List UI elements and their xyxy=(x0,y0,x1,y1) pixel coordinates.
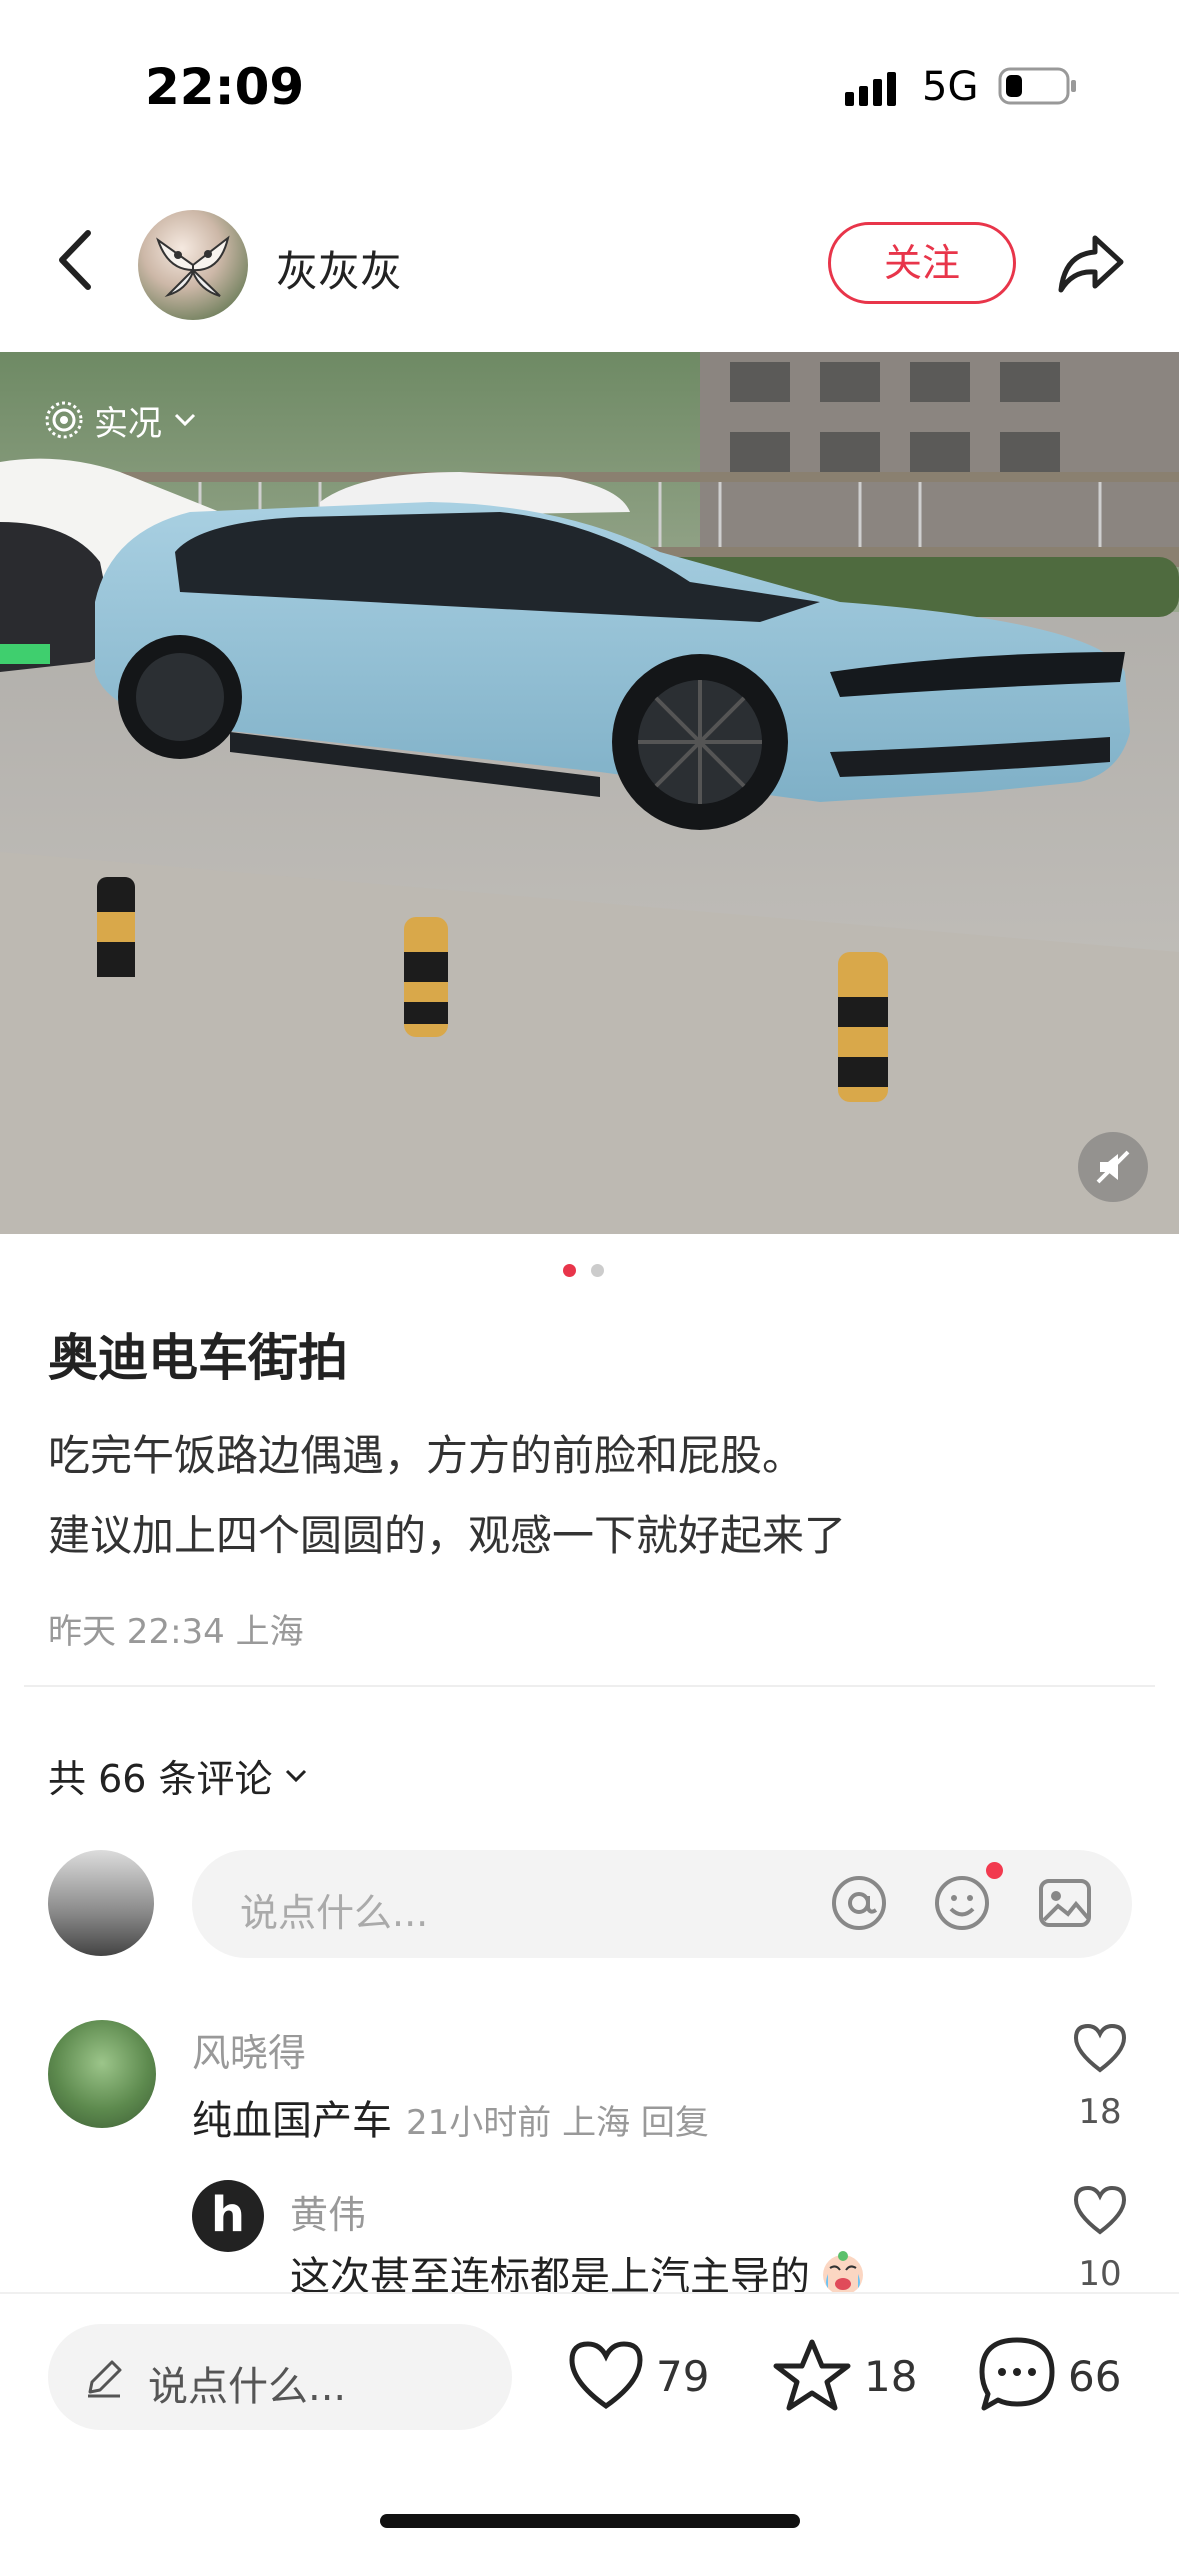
post-photo[interactable] xyxy=(0,352,1179,1234)
comment-icon[interactable] xyxy=(976,2334,1058,2416)
author-avatar[interactable] xyxy=(138,210,248,320)
post-meta: 昨天 22:34 上海 xyxy=(48,1612,304,1652)
reply-avatar[interactable]: h xyxy=(192,2180,264,2252)
back-icon[interactable] xyxy=(50,225,100,295)
post-title: 奥迪电车街拍 xyxy=(48,1329,348,1387)
comment-meta[interactable]: 21小时前 上海 回复 xyxy=(406,2095,709,2144)
mute-icon xyxy=(1096,1150,1130,1184)
chevron-down-icon xyxy=(285,1769,306,1782)
battery-icon xyxy=(998,67,1076,105)
photo-pagination xyxy=(563,1264,613,1278)
home-indicator xyxy=(380,2514,800,2528)
page-dot-active xyxy=(563,1264,576,1277)
status-time: 22:09 xyxy=(145,58,305,116)
heart-icon[interactable] xyxy=(1072,2022,1128,2074)
author-name[interactable]: 灰灰灰 xyxy=(276,238,402,299)
comment-like-count: 18 xyxy=(1078,2092,1122,2132)
commenter-name[interactable]: 风晓得 xyxy=(192,2022,306,2077)
comment-count-label: 共 66 条评论 xyxy=(48,1757,273,1801)
reply-name[interactable]: 黄伟 xyxy=(290,2184,366,2239)
like-icon[interactable] xyxy=(566,2338,646,2412)
share-icon[interactable] xyxy=(1055,228,1127,300)
post-body-line-1: 吃完午饭路边偶遇，方方的前脸和屁股。 xyxy=(48,1431,805,1480)
signal-icon xyxy=(845,72,896,106)
comment-input-placeholder: 说点什么... xyxy=(240,1891,429,1935)
star-count: 18 xyxy=(864,2352,918,2401)
live-label: 实况 xyxy=(94,403,162,444)
divider xyxy=(24,1685,1155,1687)
live-photo-badge[interactable]: 实况 xyxy=(44,392,198,448)
post-body-line-2: 建议加上四个圆圆的，观感一下就好起来了 xyxy=(48,1511,847,1560)
reply-like-count: 10 xyxy=(1078,2254,1122,2294)
follow-button[interactable]: 关注 xyxy=(828,222,1016,304)
image-icon[interactable] xyxy=(1036,1874,1094,1932)
commenter-avatar[interactable] xyxy=(48,2020,156,2128)
heart-icon[interactable] xyxy=(1072,2184,1128,2236)
pencil-icon xyxy=(88,2360,122,2398)
notification-dot xyxy=(986,1862,1003,1879)
chevron-down-icon xyxy=(174,413,196,427)
crying-emoji-icon xyxy=(823,2251,863,2295)
current-user-avatar xyxy=(48,1850,154,1956)
mute-button[interactable] xyxy=(1078,1132,1148,1202)
network-label: 5G xyxy=(922,64,979,110)
live-icon xyxy=(45,401,83,439)
page-dot xyxy=(591,1264,604,1277)
mention-icon[interactable] xyxy=(830,1874,888,1932)
comment-count: 66 xyxy=(1068,2352,1122,2401)
comment-body: 纯血国产车 21小时前 上海 回复 xyxy=(192,2088,709,2146)
bottom-input-placeholder: 说点什么... xyxy=(148,2364,347,2410)
comment-count-toggle[interactable]: 共 66 条评论 xyxy=(48,1748,309,1803)
star-icon[interactable] xyxy=(772,2336,852,2414)
comment-text: 纯血国产车 xyxy=(192,2098,392,2144)
like-count: 79 xyxy=(656,2352,710,2401)
emoji-icon[interactable] xyxy=(933,1874,991,1932)
